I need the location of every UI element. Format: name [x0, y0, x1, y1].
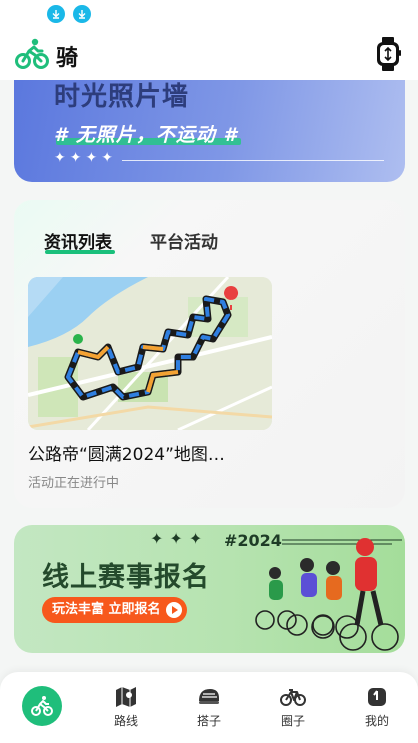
nav-item-home[interactable] [22, 686, 62, 726]
user-icon [368, 688, 386, 706]
banner-title: 时光照片墙 [54, 82, 190, 112]
map-route-icon [116, 687, 136, 707]
active-tab-indicator [45, 250, 115, 254]
nav-label: 圈子 [280, 714, 305, 728]
smartwatch-icon[interactable] [374, 36, 402, 72]
bottom-nav: 路线 搭子 圈子 我的 [0, 672, 418, 743]
nav-item-partners[interactable]: 搭子 [179, 684, 239, 729]
news-item-status: 活动正在进行中 [28, 476, 120, 491]
nav-label: 路线 [113, 714, 138, 728]
news-map-image[interactable] [28, 277, 272, 430]
news-item-title[interactable]: 公路帝“圆满2024”地图… [28, 440, 225, 465]
nav-item-profile[interactable]: 我的 [347, 684, 407, 729]
banner-tag: # 无照片，不运动 # [54, 124, 238, 146]
app-title: 骑 [56, 46, 79, 71]
bicycle-icon [280, 689, 306, 706]
cyclists-illustration [255, 538, 399, 651]
play-icon [165, 602, 182, 618]
download-icon [73, 5, 91, 23]
tab-platform-events[interactable]: 平台活动 [150, 228, 218, 253]
cyclist-icon [31, 696, 53, 716]
nav-label: 我的 [364, 714, 389, 728]
divider [122, 160, 384, 161]
register-now-button[interactable]: 玩法丰富 立即报名 [42, 597, 187, 623]
register-button-label: 玩法丰富 立即报名 [52, 602, 161, 617]
cyclist-logo-icon [15, 38, 49, 69]
status-bar [0, 0, 418, 28]
race-registration-banner[interactable]: ✦✦✦ #2024 线上赛事报名 玩法丰富 立即报名 [14, 525, 405, 653]
nav-item-circles[interactable]: 圈子 [263, 684, 323, 729]
app-header: 骑 [0, 28, 418, 80]
download-icon [47, 5, 65, 23]
nav-label: 搭子 [196, 714, 221, 728]
photo-wall-banner[interactable]: 时光照片墙 # 无照片，不运动 # ✦✦✦✦ [14, 80, 405, 182]
nav-item-routes[interactable]: 路线 [96, 684, 156, 729]
news-card: 资讯列表 平台活动 公路帝“圆满2024”地图… 活动正在进行中 [14, 200, 405, 508]
banner-title: 线上赛事报名 [42, 562, 210, 593]
helmet-icon [199, 689, 219, 704]
sparkle-icon: ✦✦✦✦ [54, 150, 117, 166]
sparkle-icon: ✦✦✦ [150, 529, 209, 548]
